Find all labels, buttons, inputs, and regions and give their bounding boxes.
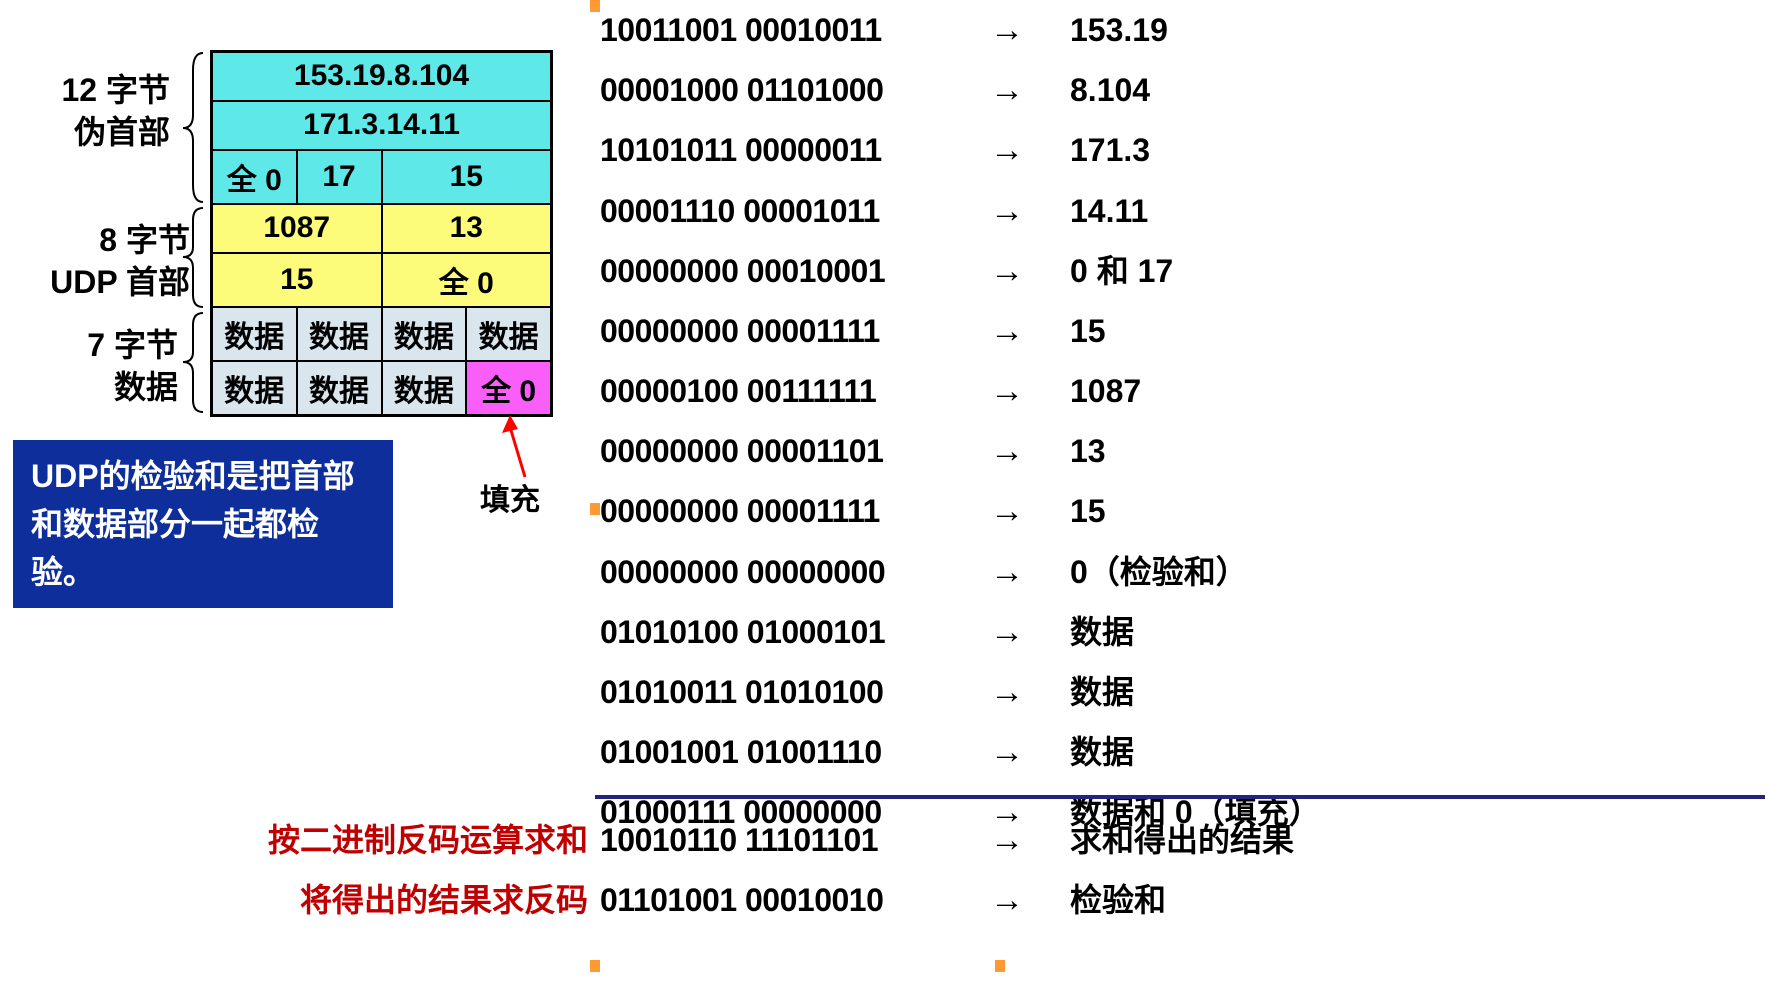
data-cell: 数据 bbox=[212, 307, 297, 361]
binary-row: 00000000 00001111→15 bbox=[600, 301, 1750, 361]
arrow-icon: → bbox=[990, 60, 1070, 120]
binary-value: 00001000 01101000 bbox=[600, 62, 990, 119]
zero-cell: 全 0 bbox=[212, 150, 297, 204]
proto-cell: 17 bbox=[297, 150, 382, 204]
tick-icon bbox=[590, 960, 600, 972]
binary-desc: 14.11 bbox=[1070, 183, 1750, 240]
binary-value: 01001001 01001110 bbox=[600, 724, 990, 781]
data-label: 7 字节数据 bbox=[38, 325, 178, 408]
binary-value: 10011001 00010011 bbox=[600, 2, 990, 59]
arrow-icon: → bbox=[990, 542, 1070, 602]
binary-desc: 数据 bbox=[1070, 664, 1750, 721]
binary-desc: 0 和 17 bbox=[1070, 243, 1750, 300]
binary-value: 00000000 00001111 bbox=[600, 303, 990, 360]
binary-value: 01010100 01000101 bbox=[600, 604, 990, 661]
tick-icon bbox=[995, 960, 1005, 972]
binary-row: 00000000 00001111→15 bbox=[600, 481, 1750, 541]
binary-row: 00001000 01101000→8.104 bbox=[600, 60, 1750, 120]
inv-desc: 检验和 bbox=[1070, 872, 1294, 929]
tick-icon bbox=[590, 503, 600, 515]
checksum-cell: 全 0 bbox=[382, 253, 552, 307]
arrow-icon: → bbox=[990, 421, 1070, 481]
binary-desc: 1087 bbox=[1070, 363, 1750, 420]
arrow-icon: → bbox=[990, 301, 1070, 361]
binary-row: 10101011 00000011→171.3 bbox=[600, 120, 1750, 180]
data-cell: 数据 bbox=[382, 307, 467, 361]
udp-header-label: 8 字节UDP 首部 bbox=[0, 220, 190, 303]
binary-desc: 15 bbox=[1070, 483, 1750, 540]
sum-row: 按二进制反码运算求和 10010110 11101101 → 求和得出的结果 bbox=[230, 810, 1294, 870]
arrow-icon: → bbox=[990, 662, 1070, 722]
binary-desc: 153.19 bbox=[1070, 2, 1750, 59]
pseudo-header-label: 12 字节伪首部 bbox=[20, 70, 170, 153]
binary-value: 00000000 00001111 bbox=[600, 483, 990, 540]
data-cell: 数据 bbox=[466, 307, 551, 361]
binary-desc: 13 bbox=[1070, 423, 1750, 480]
inv-row: 将得出的结果求反码 01101001 00010010 → 检验和 bbox=[230, 870, 1294, 930]
udp-structure-table: 153.19.8.104 171.3.14.11 全 0 17 15 1087 … bbox=[210, 50, 553, 417]
arrow-icon: → bbox=[990, 241, 1070, 301]
binary-row: 01010011 01010100→数据 bbox=[600, 662, 1750, 722]
arrow-icon: → bbox=[990, 810, 1070, 870]
binary-value: 01010011 01010100 bbox=[600, 664, 990, 721]
arrow-icon: → bbox=[990, 870, 1070, 930]
binary-row: 00000000 00010001→0 和 17 bbox=[600, 241, 1750, 301]
binary-desc: 0（检验和） bbox=[1070, 544, 1750, 601]
udp-len-cell: 15 bbox=[212, 253, 382, 307]
arrow-icon: → bbox=[990, 181, 1070, 241]
padding-cell: 全 0 bbox=[466, 361, 551, 416]
binary-value: 00000100 00111111 bbox=[600, 363, 990, 420]
src-ip-cell: 153.19.8.104 bbox=[212, 52, 552, 101]
data-cell: 数据 bbox=[212, 361, 297, 416]
brace-3 bbox=[178, 310, 208, 415]
binary-value: 00000000 00000000 bbox=[600, 544, 990, 601]
sum-divider bbox=[595, 795, 1765, 799]
binary-row: 00001110 00001011→14.11 bbox=[600, 181, 1750, 241]
binary-value: 10101011 00000011 bbox=[600, 122, 990, 179]
src-port-cell: 1087 bbox=[212, 204, 382, 253]
binary-list: 10011001 00010011→153.1900001000 0110100… bbox=[600, 0, 1750, 842]
arrow-icon: → bbox=[990, 120, 1070, 180]
data-cell: 数据 bbox=[297, 307, 382, 361]
inv-label: 将得出的结果求反码 bbox=[230, 872, 600, 929]
binary-desc: 171.3 bbox=[1070, 122, 1750, 179]
sum-desc: 求和得出的结果 bbox=[1070, 812, 1294, 869]
binary-row: 10011001 00010011→153.19 bbox=[600, 0, 1750, 60]
brace-2 bbox=[178, 205, 208, 310]
sum-binary: 10010110 11101101 bbox=[600, 812, 990, 869]
arrow-icon: → bbox=[990, 481, 1070, 541]
binary-row: 00000000 00001101→13 bbox=[600, 421, 1750, 481]
binary-desc: 15 bbox=[1070, 303, 1750, 360]
binary-row: 01010100 01000101→数据 bbox=[600, 602, 1750, 662]
bottom-section: 按二进制反码运算求和 10010110 11101101 → 求和得出的结果 将… bbox=[230, 810, 1294, 930]
binary-value: 00000000 00010001 bbox=[600, 243, 990, 300]
binary-desc: 数据 bbox=[1070, 604, 1750, 661]
binary-row: 00000100 00111111→1087 bbox=[600, 361, 1750, 421]
dst-port-cell: 13 bbox=[382, 204, 552, 253]
arrow-icon: → bbox=[990, 602, 1070, 662]
len-cell: 15 bbox=[382, 150, 552, 204]
inv-binary: 01101001 00010010 bbox=[600, 872, 990, 929]
dst-ip-cell: 171.3.14.11 bbox=[212, 101, 552, 150]
binary-row: 01001001 01001110→数据 bbox=[600, 722, 1750, 782]
data-cell: 数据 bbox=[297, 361, 382, 416]
binary-value: 00000000 00001101 bbox=[600, 423, 990, 480]
arrow-icon: → bbox=[990, 0, 1070, 60]
brace-1 bbox=[178, 50, 208, 205]
fill-text: 填充 bbox=[480, 475, 540, 519]
binary-desc: 8.104 bbox=[1070, 62, 1750, 119]
sum-label: 按二进制反码运算求和 bbox=[230, 812, 600, 869]
binary-desc: 数据 bbox=[1070, 724, 1750, 781]
explanation-box: UDP的检验和是把首部和数据部分一起都检验。 bbox=[13, 440, 393, 608]
arrow-icon: → bbox=[990, 722, 1070, 782]
arrow-icon: → bbox=[990, 361, 1070, 421]
binary-value: 00001110 00001011 bbox=[600, 183, 990, 240]
tick-icon bbox=[590, 0, 600, 12]
binary-row: 00000000 00000000→0（检验和） bbox=[600, 542, 1750, 602]
data-cell: 数据 bbox=[382, 361, 467, 416]
